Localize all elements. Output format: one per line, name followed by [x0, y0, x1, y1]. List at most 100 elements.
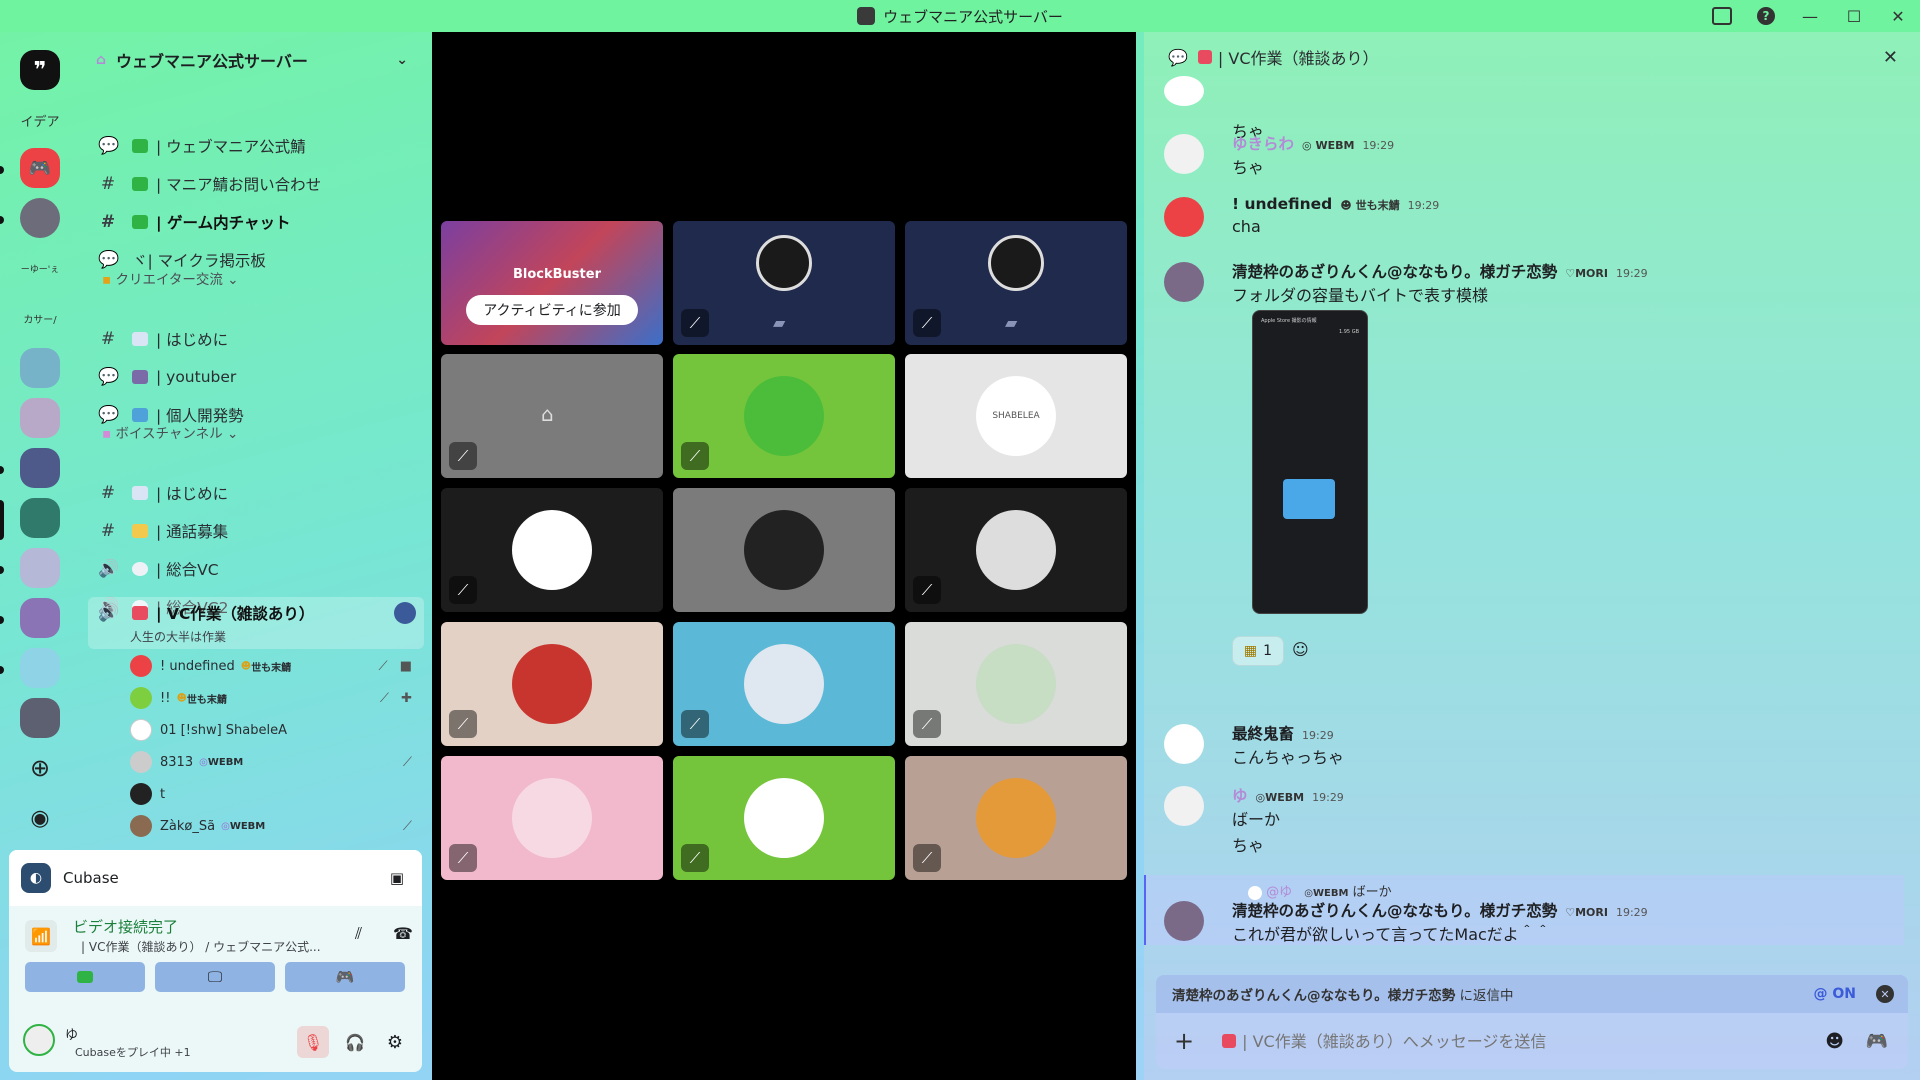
video-tile[interactable]: ⟋	[673, 354, 895, 478]
message-author[interactable]: 最終鬼畜 19:29	[1232, 722, 1334, 744]
discord-icon: 🎮	[28, 157, 52, 179]
server-discord[interactable]: 🎮	[20, 148, 60, 188]
help-icon: ?	[1757, 7, 1775, 25]
avatar[interactable]	[1164, 134, 1204, 174]
screen-share-button[interactable]: 🖵	[155, 962, 275, 992]
settings-button[interactable]: ⚙	[379, 1026, 411, 1058]
video-tile[interactable]: ⌂ ⟋	[441, 354, 663, 478]
channel-youtuber[interactable]: 💬 | youtuber	[98, 362, 418, 392]
video-tile[interactable]: ⟋	[905, 622, 1127, 746]
discover-button[interactable]: ◉	[20, 798, 60, 838]
server-webmania[interactable]	[20, 498, 60, 538]
server-avatar-5[interactable]	[20, 548, 60, 588]
server-avatar-7[interactable]	[20, 648, 60, 688]
reaction-chip[interactable]: ▦ 1	[1232, 636, 1284, 666]
author-name: 清楚枠のあざりんくん@ななもり。様ガチ恋勢	[1232, 263, 1558, 281]
message-input[interactable]	[1242, 1031, 1803, 1051]
category-voice[interactable]: ▪ ボイスチャンネル ⌄	[102, 422, 238, 442]
avatar[interactable]	[1164, 786, 1204, 826]
gamepad-button[interactable]: 🎮	[1866, 1031, 1888, 1052]
server-header[interactable]: ⌂ ウェブマニア公式サーバー ⌄	[96, 42, 416, 78]
cancel-reply-button[interactable]: ✕	[1876, 985, 1894, 1003]
server-tag: ◎WEBM	[199, 757, 243, 768]
activity-tile[interactable]: BlockBuster アクティビティに参加	[441, 221, 663, 345]
video-tile[interactable]: ⟋	[441, 488, 663, 612]
disconnect-button[interactable]: ☎	[393, 924, 413, 943]
channel-game-chat[interactable]: # | ゲーム内チャット	[98, 207, 418, 237]
server-idea[interactable]: イデア	[20, 100, 60, 140]
add-attachment-button[interactable]: +	[1174, 1027, 1194, 1055]
video-tile[interactable]: ⟋ ▰	[673, 221, 895, 345]
channel-call-recruit[interactable]: # | 通話募集	[98, 516, 418, 546]
avatar[interactable]	[1164, 262, 1204, 302]
avatar[interactable]	[1164, 724, 1204, 764]
channel-inquiry[interactable]: # | マニア鯖お問い合わせ	[98, 169, 418, 199]
activity-button[interactable]: 🎮	[285, 962, 405, 992]
add-server-button[interactable]: ⊕	[20, 748, 60, 788]
deafen-button[interactable]: 🎧	[339, 1026, 371, 1058]
close-window-button[interactable]: ✕	[1876, 0, 1920, 32]
video-tile[interactable]: ⟋	[441, 756, 663, 880]
video-tile[interactable]: ⟋	[905, 488, 1127, 612]
speech-emoji-icon	[132, 562, 148, 576]
voice-member[interactable]: 01 [!shw] ShabeleA	[130, 717, 430, 743]
server-avatar-6[interactable]	[20, 598, 60, 638]
help-button[interactable]: ?	[1744, 0, 1788, 32]
message-author[interactable]: ! undefined ☻ 世も末鯖 19:29	[1232, 195, 1439, 213]
reply-preview[interactable]: @ゆ ◎WEBM ばーか	[1248, 881, 1392, 900]
image-attachment[interactable]: Apple Store 撮影の情報 1.95 GB	[1252, 310, 1368, 614]
dm-quote-server[interactable]: ❞	[20, 50, 60, 90]
voice-member[interactable]: Zàkø_Sã ◎ WEBM ⟋	[130, 813, 430, 839]
voice-member[interactable]: t	[130, 781, 430, 807]
user-panel: ◐ Cubase ▣ 📶 ビデオ接続完了 | VC作業（雑談あり） / ウェブマ…	[9, 850, 422, 1072]
avatar[interactable]	[1164, 901, 1204, 941]
maximize-button[interactable]: ☐	[1832, 0, 1876, 32]
server-kasa[interactable]: カサー/	[20, 298, 60, 338]
inbox-button[interactable]	[1700, 0, 1744, 32]
video-tile[interactable]: ⟋	[441, 622, 663, 746]
tag-emoji-icon: ☻	[176, 692, 187, 704]
avatar[interactable]	[23, 1024, 55, 1056]
mention-toggle[interactable]: @ ON	[1814, 986, 1857, 1002]
voice-channel-general[interactable]: 🔊 | 総合VC	[98, 554, 418, 584]
server-avatar-8[interactable]	[20, 698, 60, 738]
message-author[interactable]: ゆ ◎WEBM 19:29	[1232, 784, 1344, 806]
video-tile[interactable]	[673, 488, 895, 612]
camera-button[interactable]	[25, 962, 145, 992]
avatar[interactable]	[1164, 197, 1204, 237]
chat-message: ! undefined ☻ 世も末鯖 19:29 cha	[1164, 195, 1904, 245]
video-tile[interactable]: ⟋	[673, 622, 895, 746]
reply-avatar	[1248, 885, 1262, 900]
category-creator[interactable]: ▪ クリエイター交流 ⌄	[102, 268, 239, 288]
voice-member[interactable]: 8313 ◎ WEBM ⟋	[130, 749, 430, 775]
channel-hajimeni-voice[interactable]: # | はじめに	[98, 478, 418, 508]
voice-member[interactable]: !! ☻ 世も末鯖 ⟋ ✚	[130, 685, 430, 711]
server-avatar-2[interactable]	[20, 348, 60, 388]
video-tile[interactable]: ⟋ ▰	[905, 221, 1127, 345]
close-chat-button[interactable]: ✕	[1883, 47, 1898, 68]
voice-channel-vc-work[interactable]: 🔊 | VC作業（雑談あり）	[98, 598, 418, 628]
video-tile[interactable]: ⟋	[905, 756, 1127, 880]
video-tile[interactable]: ⟋	[673, 756, 895, 880]
video-tile[interactable]: SHABELEA	[905, 354, 1127, 478]
channel-webmania-official[interactable]: 💬 | ウェブマニア公式鯖	[98, 131, 418, 161]
message-author[interactable]: ゆきらわ ◎ WEBM 19:29	[1232, 132, 1394, 154]
server-yu[interactable]: ーゆー'ぇ	[20, 248, 60, 288]
server-avatar-3[interactable]	[20, 398, 60, 438]
minimize-button[interactable]: —	[1788, 0, 1832, 32]
channel-hajimeni-creator[interactable]: # | はじめに	[98, 324, 418, 354]
message-author[interactable]: 清楚枠のあざりんくん@ななもり。様ガチ恋勢 ♡MORI 19:29	[1232, 260, 1648, 282]
server-avatar-4[interactable]	[20, 448, 60, 488]
mute-mic-button[interactable]: 🎙	[297, 1026, 329, 1058]
server-avatar-1[interactable]	[20, 198, 60, 238]
message-author[interactable]: 清楚枠のあざりんくん@ななもり。様ガチ恋勢 ♡MORI 19:29	[1232, 899, 1648, 921]
voice-connection-status: 📶 ビデオ接続完了 | VC作業（雑談あり） / ウェブマニア公式... ⫽ ☎	[25, 912, 415, 962]
join-activity-button[interactable]: アクティビティに参加	[466, 295, 638, 325]
noise-suppression-button[interactable]: ⫽	[355, 924, 362, 944]
avatar	[744, 376, 824, 456]
add-reaction-icon[interactable]: ☺	[1292, 640, 1309, 659]
emoji-button[interactable]: ☻	[1825, 1031, 1844, 1052]
user-bar: ゆ Cubaseをプレイ中 +1 🎙 🎧 ⚙	[9, 1010, 422, 1072]
voice-member[interactable]: ! undefined ☻ 世も末鯖 ⟋ ■	[130, 653, 430, 679]
activity-card[interactable]: ◐ Cubase ▣	[9, 850, 422, 906]
